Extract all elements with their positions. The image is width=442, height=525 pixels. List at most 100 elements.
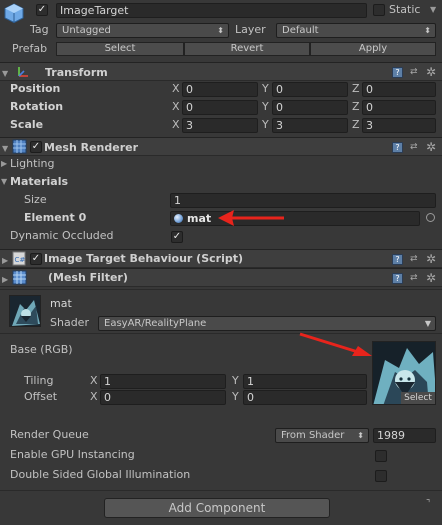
mesh-filter-title: (Mesh Filter) xyxy=(48,271,128,284)
tiling-y-axis[interactable]: Y xyxy=(232,374,239,387)
double-sided-gi-checkbox[interactable] xyxy=(375,470,387,482)
material-name: mat xyxy=(50,297,72,310)
rotation-x-field[interactable]: 0 xyxy=(182,100,258,115)
script-icon: C# xyxy=(12,251,26,266)
position-label: Position xyxy=(10,82,61,95)
shader-value: EasyAR/RealityPlane xyxy=(104,318,207,329)
mesh-renderer-title: Mesh Renderer xyxy=(44,141,139,154)
expand-arrow-icon[interactable]: ▼ xyxy=(2,69,8,78)
render-queue-field[interactable]: 1989 xyxy=(373,428,436,443)
static-label: Static xyxy=(389,3,421,16)
tiling-label: Tiling xyxy=(24,374,54,387)
gpu-instancing-checkbox[interactable] xyxy=(375,450,387,462)
preset-icon[interactable]: ⇄ xyxy=(410,66,418,78)
gear-icon[interactable]: ✲ xyxy=(426,66,436,78)
rotation-y-field[interactable]: 0 xyxy=(272,100,348,115)
scale-y-field[interactable]: 3 xyxy=(272,118,348,133)
material-preview-thumbnail xyxy=(9,295,41,327)
gpu-instancing-label: Enable GPU Instancing xyxy=(10,448,135,461)
scale-label: Scale xyxy=(10,118,44,131)
preset-icon[interactable]: ⇄ xyxy=(410,141,418,153)
collapsed-arrow-icon[interactable]: ▶ xyxy=(2,275,8,284)
scale-x-field[interactable]: 3 xyxy=(182,118,258,133)
render-queue-mode-dropdown[interactable]: From Shader ⬍ xyxy=(275,428,369,443)
help-icon[interactable]: ? xyxy=(392,273,403,284)
help-icon[interactable]: ? xyxy=(392,67,403,78)
position-z-axis[interactable]: Z xyxy=(352,82,360,95)
element-0-label: Element 0 xyxy=(24,211,87,224)
gameobject-icon xyxy=(4,3,24,24)
scale-y-axis[interactable]: Y xyxy=(262,118,269,131)
lock-corner-icon[interactable]: ⌝ xyxy=(426,498,430,510)
position-y-field[interactable]: 0 xyxy=(272,82,348,97)
collapsed-arrow-icon[interactable]: ▶ xyxy=(1,159,7,168)
layer-dropdown[interactable]: Default ⬍ xyxy=(276,23,436,38)
mesh-filter-icon xyxy=(12,270,27,285)
object-name-field[interactable]: ImageTarget xyxy=(56,3,367,18)
chevron-down-icon: ▼ xyxy=(424,319,431,328)
element-0-field[interactable]: mat xyxy=(170,211,420,226)
position-z-field[interactable]: 0 xyxy=(362,82,436,97)
transform-icon xyxy=(15,64,31,80)
rotation-z-axis[interactable]: Z xyxy=(352,100,360,113)
object-picker-icon[interactable] xyxy=(426,213,435,222)
size-field[interactable]: 1 xyxy=(170,193,436,208)
dynamic-occluded-label: Dynamic Occluded xyxy=(10,229,114,242)
lighting-foldout[interactable]: Lighting xyxy=(10,157,54,170)
prefab-apply-button[interactable]: Apply xyxy=(310,42,436,56)
gear-icon[interactable]: ✲ xyxy=(426,272,436,284)
double-sided-gi-label: Double Sided Global Illumination xyxy=(10,468,191,481)
static-dropdown-icon[interactable]: ▼ xyxy=(430,5,436,14)
expand-arrow-icon[interactable]: ▼ xyxy=(2,144,8,153)
rotation-x-axis[interactable]: X xyxy=(172,100,180,113)
material-sphere-icon xyxy=(174,214,183,223)
position-x-axis[interactable]: X xyxy=(172,82,180,95)
active-checkbox[interactable]: ✓ xyxy=(36,4,48,16)
scale-z-field[interactable]: 3 xyxy=(362,118,436,133)
add-component-button[interactable]: Add Component xyxy=(104,498,330,518)
layer-value: Default xyxy=(282,25,319,36)
render-queue-mode: From Shader xyxy=(281,430,345,441)
offset-y-axis[interactable]: Y xyxy=(232,390,239,403)
rotation-y-axis[interactable]: Y xyxy=(262,100,269,113)
scale-x-axis[interactable]: X xyxy=(172,118,180,131)
help-icon[interactable]: ? xyxy=(392,142,403,153)
layer-label: Layer xyxy=(235,23,266,36)
tiling-x-axis[interactable]: X xyxy=(90,374,98,387)
texture-select-button[interactable]: Select xyxy=(401,392,435,404)
transform-title: Transform xyxy=(45,66,108,79)
chevron-updown-icon: ⬍ xyxy=(357,431,364,440)
tag-label: Tag xyxy=(30,23,49,36)
static-checkbox[interactable] xyxy=(373,4,385,16)
offset-y-field[interactable]: 0 xyxy=(243,390,367,405)
mesh-renderer-enabled-checkbox[interactable]: ✓ xyxy=(30,141,42,153)
image-target-enabled-checkbox[interactable]: ✓ xyxy=(30,253,42,265)
preset-icon[interactable]: ⇄ xyxy=(410,253,418,265)
dynamic-occluded-checkbox[interactable]: ✓ xyxy=(171,231,183,243)
offset-x-field[interactable]: 0 xyxy=(100,390,226,405)
offset-x-axis[interactable]: X xyxy=(90,390,98,403)
tiling-y-field[interactable]: 1 xyxy=(243,374,367,389)
mesh-renderer-icon xyxy=(12,139,27,154)
prefab-label: Prefab xyxy=(12,42,48,55)
base-texture-slot[interactable]: Select xyxy=(372,341,436,405)
collapsed-arrow-icon[interactable]: ▶ xyxy=(2,256,8,265)
position-y-axis[interactable]: Y xyxy=(262,82,269,95)
gear-icon[interactable]: ✲ xyxy=(426,253,436,265)
rotation-z-field[interactable]: 0 xyxy=(362,100,436,115)
tag-dropdown[interactable]: Untagged ⬍ xyxy=(56,23,229,38)
chevron-updown-icon: ⬍ xyxy=(424,26,431,35)
shader-dropdown[interactable]: EasyAR/RealityPlane ▼ xyxy=(98,316,436,331)
gear-icon[interactable]: ✲ xyxy=(426,141,436,153)
preset-icon[interactable]: ⇄ xyxy=(410,272,418,284)
prefab-select-button[interactable]: Select xyxy=(56,42,184,56)
tiling-x-field[interactable]: 1 xyxy=(100,374,226,389)
expand-arrow-icon[interactable]: ▼ xyxy=(1,177,7,186)
position-x-field[interactable]: 0 xyxy=(182,82,258,97)
help-icon[interactable]: ? xyxy=(392,254,403,265)
rotation-label: Rotation xyxy=(10,100,64,113)
base-rgb-label: Base (RGB) xyxy=(10,343,73,356)
prefab-revert-button[interactable]: Revert xyxy=(184,42,310,56)
scale-z-axis[interactable]: Z xyxy=(352,118,360,131)
materials-foldout[interactable]: Materials xyxy=(10,175,68,188)
